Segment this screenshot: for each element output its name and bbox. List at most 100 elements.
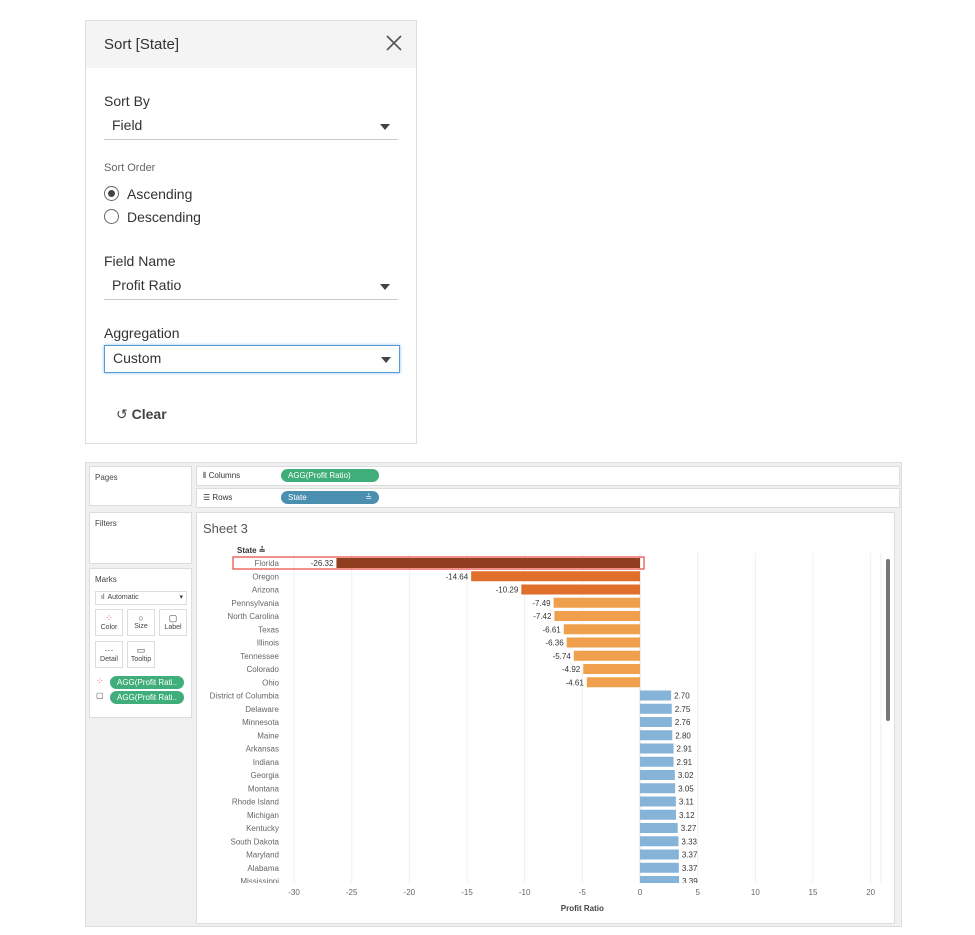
value-label: 3.33 — [681, 837, 697, 846]
bar-arkansas — [640, 743, 674, 754]
state-label: Delaware — [245, 705, 279, 714]
tableau-workspace: Pages Filters Marks ıl Automatic ▾ ⁘ Color … — [85, 462, 902, 927]
bar-arizona — [521, 584, 640, 595]
state-label: North Carolina — [227, 612, 279, 621]
state-label: Kentucky — [246, 824, 279, 833]
marks-label: Marks — [95, 575, 117, 584]
bar-florida — [336, 558, 640, 568]
mark-type-value: Automatic — [107, 594, 139, 601]
color-button[interactable]: ⁘ Color — [95, 609, 123, 636]
value-label: 3.11 — [679, 798, 695, 807]
mark-type-select[interactable]: ıl Automatic ▾ — [95, 591, 187, 605]
label-label: Label — [164, 624, 182, 631]
chevron-down-icon — [380, 284, 390, 290]
x-tick-label: 20 — [866, 888, 875, 897]
state-label: Montana — [248, 784, 280, 793]
field-name-label: Field Name — [104, 253, 176, 269]
state-label: Indiana — [253, 758, 280, 767]
x-tick-label: -10 — [519, 888, 531, 897]
rows-pill[interactable]: State ≟ — [281, 491, 379, 504]
bar-north-carolina — [554, 611, 640, 621]
bar-chart-icon: ıl — [101, 594, 105, 601]
bar-kentucky — [640, 823, 678, 833]
bar-oregon — [471, 571, 640, 582]
sort-by-label: Sort By — [104, 93, 150, 109]
state-label: Oregon — [252, 572, 279, 581]
sort-by-select[interactable]: Field — [104, 113, 398, 140]
state-label: Mississippi — [240, 877, 279, 886]
bar-district-of-columbia — [640, 690, 672, 701]
aggregation-select[interactable]: Custom — [104, 345, 400, 373]
bar-pennsylvania — [553, 597, 640, 608]
columns-shelf: ⫴ Columns AGG(Profit Ratio) — [196, 466, 900, 486]
sort-by-value: Field — [112, 117, 143, 133]
label-button[interactable]: ▢ Label — [159, 609, 187, 636]
state-label: Florida — [255, 559, 280, 568]
value-label: -5.74 — [553, 652, 572, 661]
x-tick-label: 5 — [695, 888, 700, 897]
value-label: -7.49 — [532, 599, 551, 608]
size-icon: ○ — [138, 613, 144, 623]
state-label: Alabama — [247, 864, 279, 873]
color-pill[interactable]: AGG(Profit Rati.. — [110, 676, 184, 689]
bar-rhode-island — [640, 796, 676, 807]
clear-button[interactable]: ↺ Clear — [116, 406, 167, 423]
state-label: South Dakota — [231, 837, 280, 846]
x-axis-title: Profit Ratio — [561, 904, 604, 913]
size-label: Size — [134, 623, 148, 630]
value-label: -4.61 — [566, 678, 585, 687]
bar-maryland — [640, 849, 679, 860]
value-label: 2.75 — [675, 705, 691, 714]
radio-unchecked-icon — [104, 209, 119, 224]
label-pill[interactable]: AGG(Profit Rati.. — [110, 691, 184, 704]
bar-tennessee — [573, 650, 640, 661]
detail-button[interactable]: ⋯ Detail — [95, 641, 123, 668]
x-tick-label: 0 — [638, 888, 643, 897]
sort-order-label: Sort Order — [104, 162, 156, 174]
value-label: -6.61 — [543, 625, 562, 634]
dialog-title: Sort [State] — [104, 36, 180, 53]
columns-label: ⫴ Columns — [203, 471, 241, 480]
state-label: Maryland — [246, 851, 279, 860]
scrollbar[interactable] — [886, 559, 890, 721]
bar-alabama — [640, 862, 679, 873]
size-button[interactable]: ○ Size — [127, 609, 155, 636]
state-label: Arizona — [252, 586, 280, 595]
bar-maine — [640, 730, 673, 741]
bar-colorado — [583, 664, 640, 674]
tooltip-button[interactable]: ▭ Tooltip — [127, 641, 155, 668]
detail-label: Detail — [100, 656, 118, 663]
x-tick-label: -25 — [346, 888, 358, 897]
state-label: Illinois — [257, 639, 279, 648]
state-label: Minnesota — [242, 718, 279, 727]
value-label: -10.29 — [496, 586, 519, 595]
bar-georgia — [640, 770, 675, 780]
descending-radio[interactable]: Descending — [104, 209, 201, 225]
field-name-value: Profit Ratio — [112, 277, 182, 293]
state-label: Rhode Island — [232, 798, 279, 807]
rows-label: ☰ Rows — [203, 493, 233, 502]
bar-ohio — [586, 677, 640, 688]
sort-icon: ≟ — [365, 493, 372, 502]
x-tick-label: -20 — [404, 888, 416, 897]
x-tick-label: 15 — [809, 888, 818, 897]
state-label: Ohio — [262, 678, 279, 687]
color-icon: ⁘ — [105, 613, 113, 623]
close-icon[interactable] — [384, 33, 404, 53]
filters-card[interactable]: Filters — [89, 512, 192, 564]
value-label: 3.37 — [682, 851, 698, 860]
state-label: Arkansas — [246, 745, 279, 754]
ascending-label: Ascending — [127, 186, 193, 202]
bar-indiana — [640, 756, 674, 767]
columns-pill[interactable]: AGG(Profit Ratio) — [281, 469, 379, 482]
ascending-radio[interactable]: Ascending — [104, 186, 192, 202]
pages-card[interactable]: Pages — [89, 466, 192, 506]
label-icon: ▢ — [96, 691, 104, 700]
state-label: Colorado — [247, 665, 280, 674]
field-name-select[interactable]: Profit Ratio — [104, 273, 398, 300]
tooltip-icon: ▭ — [136, 645, 146, 655]
state-label: Michigan — [247, 811, 279, 820]
bar-south-dakota — [640, 836, 679, 847]
value-label: -14.64 — [445, 572, 468, 581]
label-icon: ▢ — [168, 613, 178, 623]
